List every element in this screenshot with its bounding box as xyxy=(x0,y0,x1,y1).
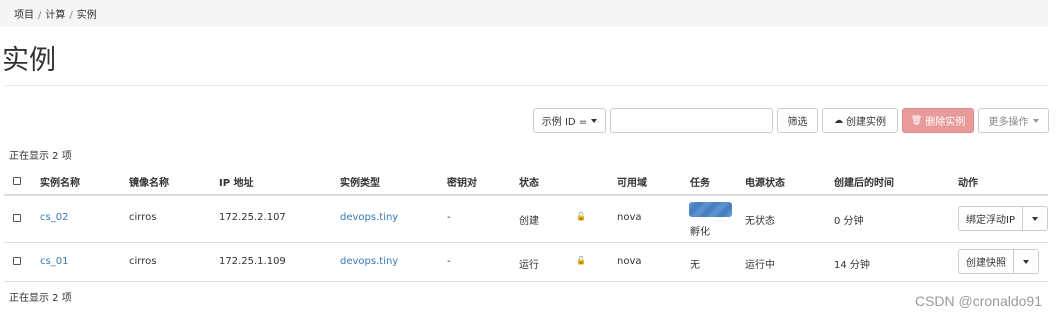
chevron-down-icon xyxy=(591,118,598,123)
availability-zone: nova xyxy=(617,256,642,267)
breadcrumb-separator: / xyxy=(69,10,73,21)
filter-field-label: 示例 ID = xyxy=(541,117,588,128)
image-name: cirros xyxy=(129,212,157,223)
column-header-az[interactable]: 可用域 xyxy=(617,174,647,189)
status: 运行 xyxy=(519,260,539,271)
cloud-upload-icon: ☁ xyxy=(834,115,843,126)
column-header-name[interactable]: 实例名称 xyxy=(40,174,80,189)
column-header-power[interactable]: 电源状态 xyxy=(745,174,785,189)
power-state: 无状态 xyxy=(745,216,775,227)
chevron-down-icon xyxy=(1023,259,1029,264)
unlock-icon: 🔓 xyxy=(576,212,586,221)
breadcrumb-item-project[interactable]: 项目 xyxy=(14,10,34,21)
availability-zone: nova xyxy=(617,212,642,223)
create-instance-label: 创建实例 xyxy=(846,117,886,128)
create-instance-button[interactable]: ☁ 创建实例 xyxy=(822,108,898,133)
unlock-icon: 🔓 xyxy=(576,256,586,265)
breadcrumb-item-instances: 实例 xyxy=(76,10,97,21)
ip-address: 172.25.2.107 xyxy=(219,212,286,223)
chevron-down-icon xyxy=(1031,216,1038,221)
associate-floating-ip-button[interactable]: 绑定浮动IP xyxy=(958,206,1023,231)
column-header-ip[interactable]: IP 地址 xyxy=(219,174,254,189)
row-action-group: 创建快照 xyxy=(958,249,1039,274)
chevron-down-icon xyxy=(1032,118,1039,123)
task: 孵化 xyxy=(690,227,710,238)
row-divider xyxy=(4,242,1048,243)
more-actions-button[interactable]: 更多操作 xyxy=(978,108,1049,133)
filter-input[interactable] xyxy=(610,108,773,133)
row-action-group: 绑定浮动IP xyxy=(958,206,1048,231)
select-all-checkbox[interactable] xyxy=(13,177,21,185)
status: 创建 xyxy=(519,216,539,227)
column-header-image[interactable]: 镜像名称 xyxy=(129,174,169,189)
age: 14 分钟 xyxy=(834,260,870,271)
power-state: 运行中 xyxy=(745,260,775,271)
flavor-link[interactable]: devops.tiny xyxy=(340,256,398,267)
page-title: 实例 xyxy=(2,45,56,76)
trash-icon: 🗑 xyxy=(910,115,923,126)
column-header-actions: 动作 xyxy=(958,178,978,189)
column-header-task[interactable]: 任务 xyxy=(690,174,710,189)
create-snapshot-button[interactable]: 创建快照 xyxy=(958,249,1014,274)
instance-name-link[interactable]: cs_01 xyxy=(40,256,68,267)
flavor-link[interactable]: devops.tiny xyxy=(340,212,398,223)
item-count: 正在显示 2 项 xyxy=(9,151,72,162)
column-header-age[interactable]: 创建后的时间 xyxy=(834,174,894,189)
delete-instance-label: 删除实例 xyxy=(925,117,966,128)
column-header-flavor[interactable]: 实例类型 xyxy=(340,174,380,189)
instance-name-link[interactable]: cs_02 xyxy=(40,212,68,223)
image-name: cirros xyxy=(129,256,157,267)
more-actions-label: 更多操作 xyxy=(988,117,1029,128)
keypair: - xyxy=(447,256,451,267)
ip-address: 172.25.1.109 xyxy=(219,256,286,267)
row-divider xyxy=(4,281,1048,282)
item-count: 正在显示 2 项 xyxy=(9,293,72,304)
delete-instance-button[interactable]: 🗑 删除实例 xyxy=(902,108,974,133)
watermark: CSDN @cronaldo91 xyxy=(914,293,1042,309)
table-header-divider xyxy=(4,194,1048,196)
breadcrumb-separator: / xyxy=(38,10,42,21)
row-actions-dropdown[interactable] xyxy=(1022,206,1048,231)
row-checkbox[interactable] xyxy=(13,257,21,265)
breadcrumb: 项目 / 计算 / 实例 xyxy=(0,0,1048,27)
task: 无 xyxy=(690,260,700,271)
breadcrumb-item-compute[interactable]: 计算 xyxy=(45,10,65,21)
filter-field-select[interactable]: 示例 ID = xyxy=(533,108,606,133)
filter-button[interactable]: 筛选 xyxy=(777,108,818,133)
task-progress-bar xyxy=(689,202,732,217)
column-header-keypair[interactable]: 密钥对 xyxy=(447,174,477,189)
keypair: - xyxy=(447,212,451,223)
age: 0 分钟 xyxy=(834,216,864,227)
row-actions-dropdown[interactable] xyxy=(1014,249,1039,274)
row-checkbox[interactable] xyxy=(13,214,21,222)
divider xyxy=(4,85,1048,86)
column-header-status[interactable]: 状态 xyxy=(519,174,539,189)
